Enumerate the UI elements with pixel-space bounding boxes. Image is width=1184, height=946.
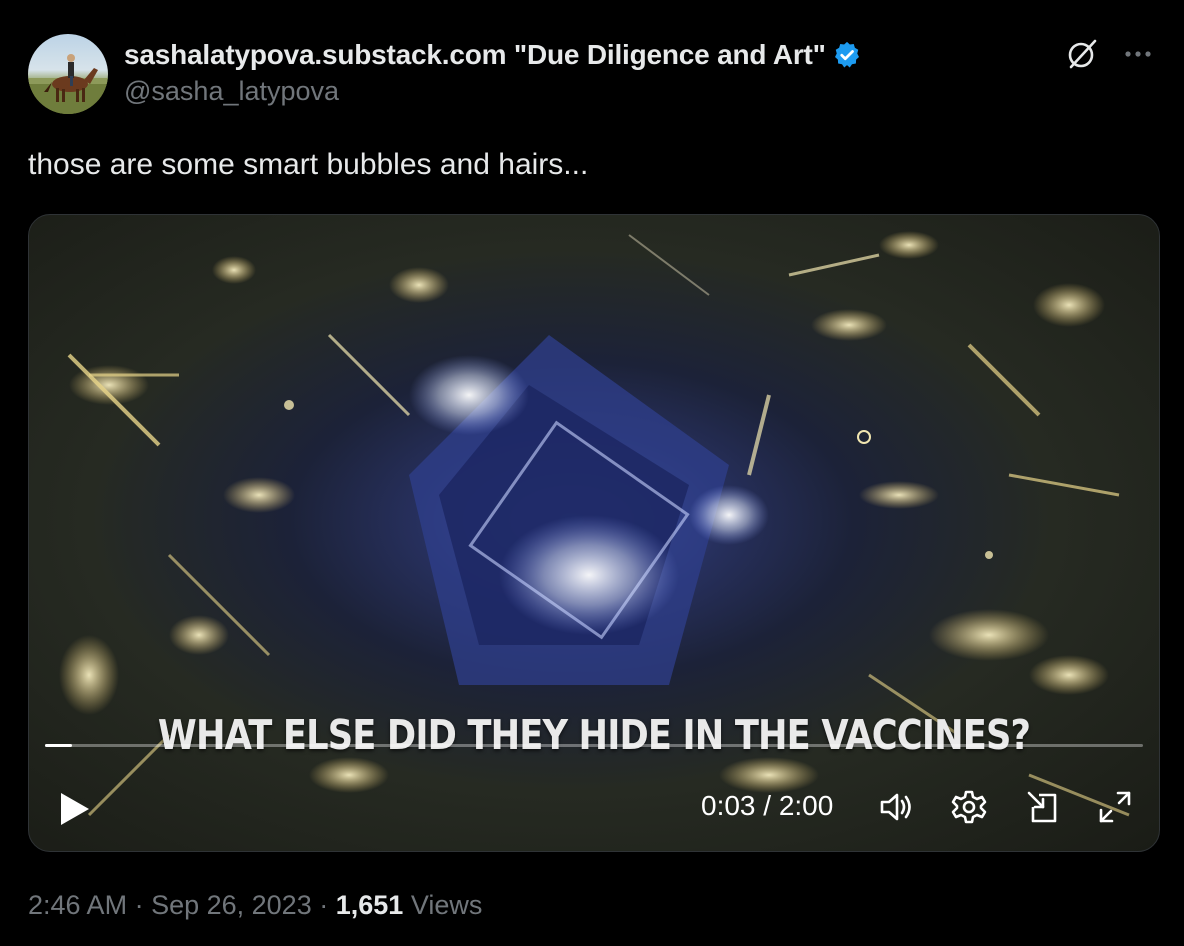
settings-gear-icon[interactable] <box>949 787 989 827</box>
author-names: sashalatypova.substack.com "Due Diligenc… <box>124 36 862 107</box>
video-caption: WHAT ELSE DID THEY HIDE IN THE VACCINES? <box>157 711 1031 759</box>
volume-icon[interactable] <box>877 787 917 827</box>
tweet-meta: 2:46 AM · Sep 26, 2023 · 1,651 Views <box>28 890 482 921</box>
video-progress-fill <box>45 744 73 747</box>
tweet-time[interactable]: 2:46 AM <box>28 890 127 920</box>
video-progress-bar[interactable] <box>45 744 1143 747</box>
tweet: sashalatypova.substack.com "Due Diligenc… <box>0 0 1184 946</box>
more-horizontal-icon[interactable] <box>1120 36 1156 72</box>
tweet-date[interactable]: Sep 26, 2023 <box>151 890 312 920</box>
tweet-text: those are some smart bubbles and hairs..… <box>28 148 589 181</box>
views-count: 1,651 <box>335 890 404 920</box>
video-time: 0:03 / 2:00 <box>701 790 834 821</box>
display-name-row: sashalatypova.substack.com "Due Diligenc… <box>124 36 862 74</box>
picture-in-picture-icon[interactable] <box>1023 787 1063 827</box>
video-player[interactable]: WHAT ELSE DID THEY HIDE IN THE VACCINES?… <box>28 214 1160 852</box>
author-handle[interactable]: @sasha_latypova <box>124 76 862 107</box>
tweet-header: sashalatypova.substack.com "Due Diligenc… <box>28 34 1156 116</box>
separator-dot: · <box>311 890 336 920</box>
views-label: Views <box>410 890 483 920</box>
avatar[interactable] <box>28 34 108 114</box>
fullscreen-icon[interactable] <box>1095 787 1135 827</box>
play-icon[interactable] <box>55 789 95 829</box>
verified-badge-icon[interactable] <box>832 40 862 70</box>
separator-dot: · <box>127 890 152 920</box>
grok-slash-circle-icon[interactable] <box>1064 36 1100 72</box>
display-name[interactable]: sashalatypova.substack.com "Due Diligenc… <box>124 39 826 71</box>
video-controls: 0:03 / 2:00 <box>29 775 1159 835</box>
